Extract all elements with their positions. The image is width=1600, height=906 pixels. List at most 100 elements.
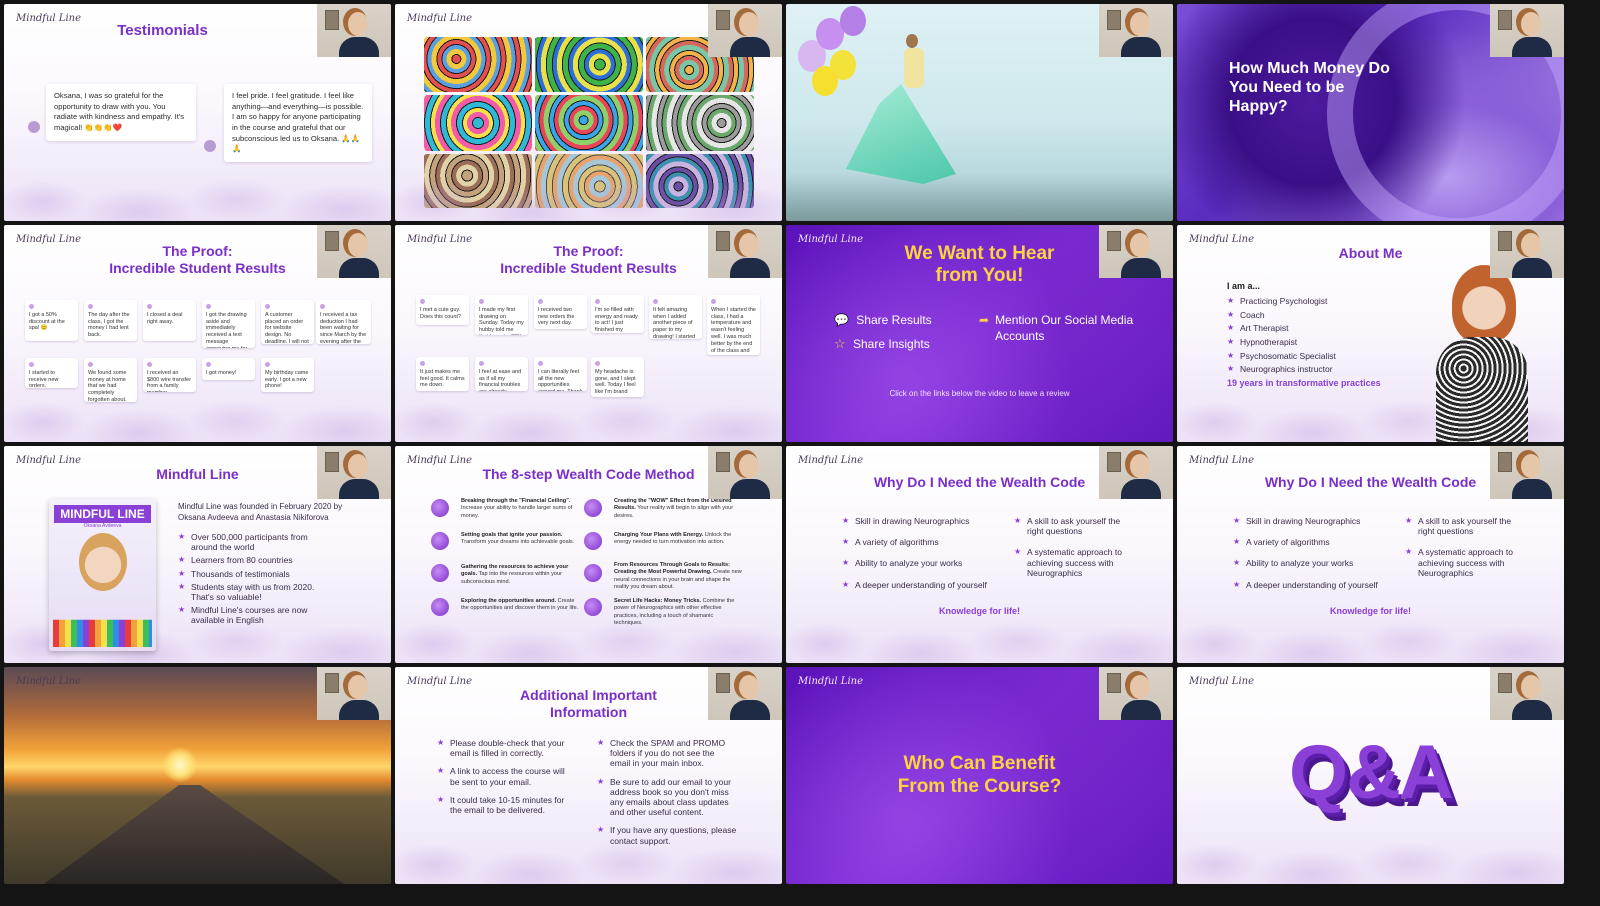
result-card: My birthday came early. I got a new phon… <box>261 358 314 392</box>
step-icon <box>584 532 602 550</box>
benefit-item: A variety of algorithms <box>1233 537 1393 547</box>
stat-item: Thousands of testimonials <box>178 569 328 579</box>
share-arrow-icon: ➦ <box>979 313 990 327</box>
result-card: It felt amazing when I added another pie… <box>649 295 702 339</box>
result-card: I closed a deal right away. <box>143 300 196 341</box>
step-icon <box>431 499 449 517</box>
slide-money-question[interactable]: How Much Money Do You Need to be Happy? <box>1177 4 1564 221</box>
slide-testimonials[interactable]: Mindful Line Testimonials Oksana, I was … <box>4 4 391 221</box>
slide-qa[interactable]: Mindful Line Q&A <box>1177 667 1564 884</box>
webcam-thumbnail <box>317 225 391 278</box>
slide-about-me[interactable]: Mindful Line About Me I am a... Practici… <box>1177 225 1564 442</box>
balloon-image <box>812 66 838 96</box>
step-text: Setting goals that ignite your passion. … <box>461 532 575 546</box>
benefit-item: Ability to analyze your works <box>1233 558 1393 568</box>
brand-logo: Mindful Line <box>407 13 472 24</box>
result-card: My headache is gone, and I slept well. T… <box>591 357 644 397</box>
slide-proof-1[interactable]: Mindful Line The Proof: Incredible Stude… <box>4 225 391 442</box>
drawing-image <box>424 37 532 92</box>
brand-logo: Mindful Line <box>1189 234 1254 245</box>
knowledge-tagline: Knowledge for life! <box>1330 606 1411 616</box>
step-text: Gathering the resources to achieve your … <box>461 564 569 585</box>
slide-8-step-method[interactable]: Mindful Line The 8-step Wealth Code Meth… <box>395 446 782 663</box>
share-insights-label: Share Insights <box>853 337 930 351</box>
result-card: We found some money at home that we had … <box>84 358 137 402</box>
slide-drawings[interactable]: Mindful Line <box>395 4 782 221</box>
result-card: It just makes me feel good. It calms me … <box>416 357 469 391</box>
step-text: Creating the "WOW" Effect from the Desir… <box>614 498 734 519</box>
result-card: When I started the class, I had a temper… <box>707 295 760 355</box>
brand-logo: Mindful Line <box>1189 455 1254 466</box>
brand-logo: Mindful Line <box>16 455 81 466</box>
webcam-thumbnail <box>317 667 391 720</box>
stat-item: Mindful Line's courses are now available… <box>178 605 328 625</box>
star-icon: ☆ <box>834 336 846 351</box>
credentials-list: Practicing Psychologist Coach Art Therap… <box>1227 296 1336 378</box>
brand-logo: Mindful Line <box>407 676 472 687</box>
step-text: Charging Your Plans with Energy. Unlock … <box>614 532 732 546</box>
info-list-left: Please double-check that your email is f… <box>437 738 575 824</box>
info-list-right: Check the SPAM and PROMO folders if you … <box>597 738 737 855</box>
result-card: I can literally feel all the new opportu… <box>534 357 587 391</box>
dancer-figure <box>904 48 924 88</box>
info-item: Check the SPAM and PROMO folders if you … <box>597 738 737 769</box>
balloon-image <box>840 6 866 36</box>
result-card: I started to receive new orders. <box>25 358 78 388</box>
book-portrait <box>78 533 127 591</box>
step-icon <box>584 499 602 517</box>
benefit-item: A deeper understanding of yourself <box>842 580 1002 590</box>
result-card: I met a cute guy. Does this count? <box>416 295 469 325</box>
slide-sunset-road[interactable]: Mindful Line <box>4 667 391 884</box>
result-card: I got a 50% discount at the spa! 😊 <box>25 300 78 341</box>
share-results-item[interactable]: 💬 Share Results <box>834 313 932 327</box>
webcam-thumbnail <box>1099 446 1173 499</box>
stats-list: Over 500,000 participants from around th… <box>178 532 328 629</box>
result-card: I got money! <box>202 358 255 380</box>
stat-item: Over 500,000 participants from around th… <box>178 532 328 552</box>
info-item: It could take 10-15 minutes for the emai… <box>437 795 575 815</box>
drawing-image <box>535 37 643 92</box>
slide-why-wealth-code-2[interactable]: Mindful Line Why Do I Need the Wealth Co… <box>1177 446 1564 663</box>
mention-social-item[interactable]: ➦ Mention Our Social Media Accounts <box>979 313 1139 344</box>
slide-balloons-photo[interactable] <box>786 4 1173 221</box>
slide-title: How Much Money Do You Need to be Happy? <box>1229 60 1390 116</box>
share-insights-item[interactable]: ☆ Share Insights <box>834 336 930 352</box>
webcam-thumbnail <box>708 446 782 499</box>
step-text: Breaking through the "Financial Ceiling"… <box>461 498 573 519</box>
result-card: I made my first drawing on Sunday. Today… <box>475 295 528 335</box>
sun-image <box>162 747 198 783</box>
result-card: A customer placed an order for website d… <box>261 300 314 344</box>
title-line: From the Course? <box>897 775 1062 797</box>
brand-logo: Mindful Line <box>407 234 472 245</box>
title-line: Who Can Benefit <box>903 753 1056 774</box>
webcam-thumbnail <box>1490 4 1564 57</box>
slide-why-wealth-code-1[interactable]: Mindful Line Why Do I Need the Wealth Co… <box>786 446 1173 663</box>
info-item: A link to access the course will be sent… <box>437 766 575 786</box>
brand-logo: Mindful Line <box>798 676 863 687</box>
brand-logo: Mindful Line <box>1189 676 1254 687</box>
slide-who-can-benefit[interactable]: Mindful Line Who Can Benefit From the Co… <box>786 667 1173 884</box>
benefit-item: Ability to analyze your works <box>842 558 1002 568</box>
benefit-item: Skill in drawing Neurographics <box>842 516 1002 526</box>
drawing-image <box>424 154 532 208</box>
avatar <box>204 140 216 152</box>
mention-social-label: Mention Our Social Media Accounts <box>995 313 1134 343</box>
slide-mindful-line[interactable]: Mindful Line Mindful Line MINDFUL LINE O… <box>4 446 391 663</box>
drawing-image <box>646 95 754 151</box>
intro-text: Mindful Line was founded in February 202… <box>178 502 343 522</box>
webcam-thumbnail <box>1490 446 1564 499</box>
slide-hear-from-you[interactable]: Mindful Line We Want to Hear from You! 💬… <box>786 225 1173 442</box>
drawing-image <box>535 154 643 208</box>
avatar <box>28 121 40 133</box>
benefit-list-left: Skill in drawing Neurographics A variety… <box>842 516 1002 599</box>
benefit-item: A skill to ask yourself the right questi… <box>1405 516 1520 536</box>
benefit-item: A systematic approach to achieving succe… <box>1014 547 1129 578</box>
slide-proof-2[interactable]: Mindful Line The Proof: Incredible Stude… <box>395 225 782 442</box>
credential-item: Art Therapist <box>1227 323 1336 333</box>
slide-additional-info[interactable]: Mindful Line Additional Important Inform… <box>395 667 782 884</box>
road-image <box>44 785 344 884</box>
webcam-thumbnail <box>1490 667 1564 720</box>
step-text: Exploring the opportunities around. Crea… <box>461 598 579 612</box>
drawing-image <box>646 154 754 208</box>
webcam-thumbnail <box>317 446 391 499</box>
